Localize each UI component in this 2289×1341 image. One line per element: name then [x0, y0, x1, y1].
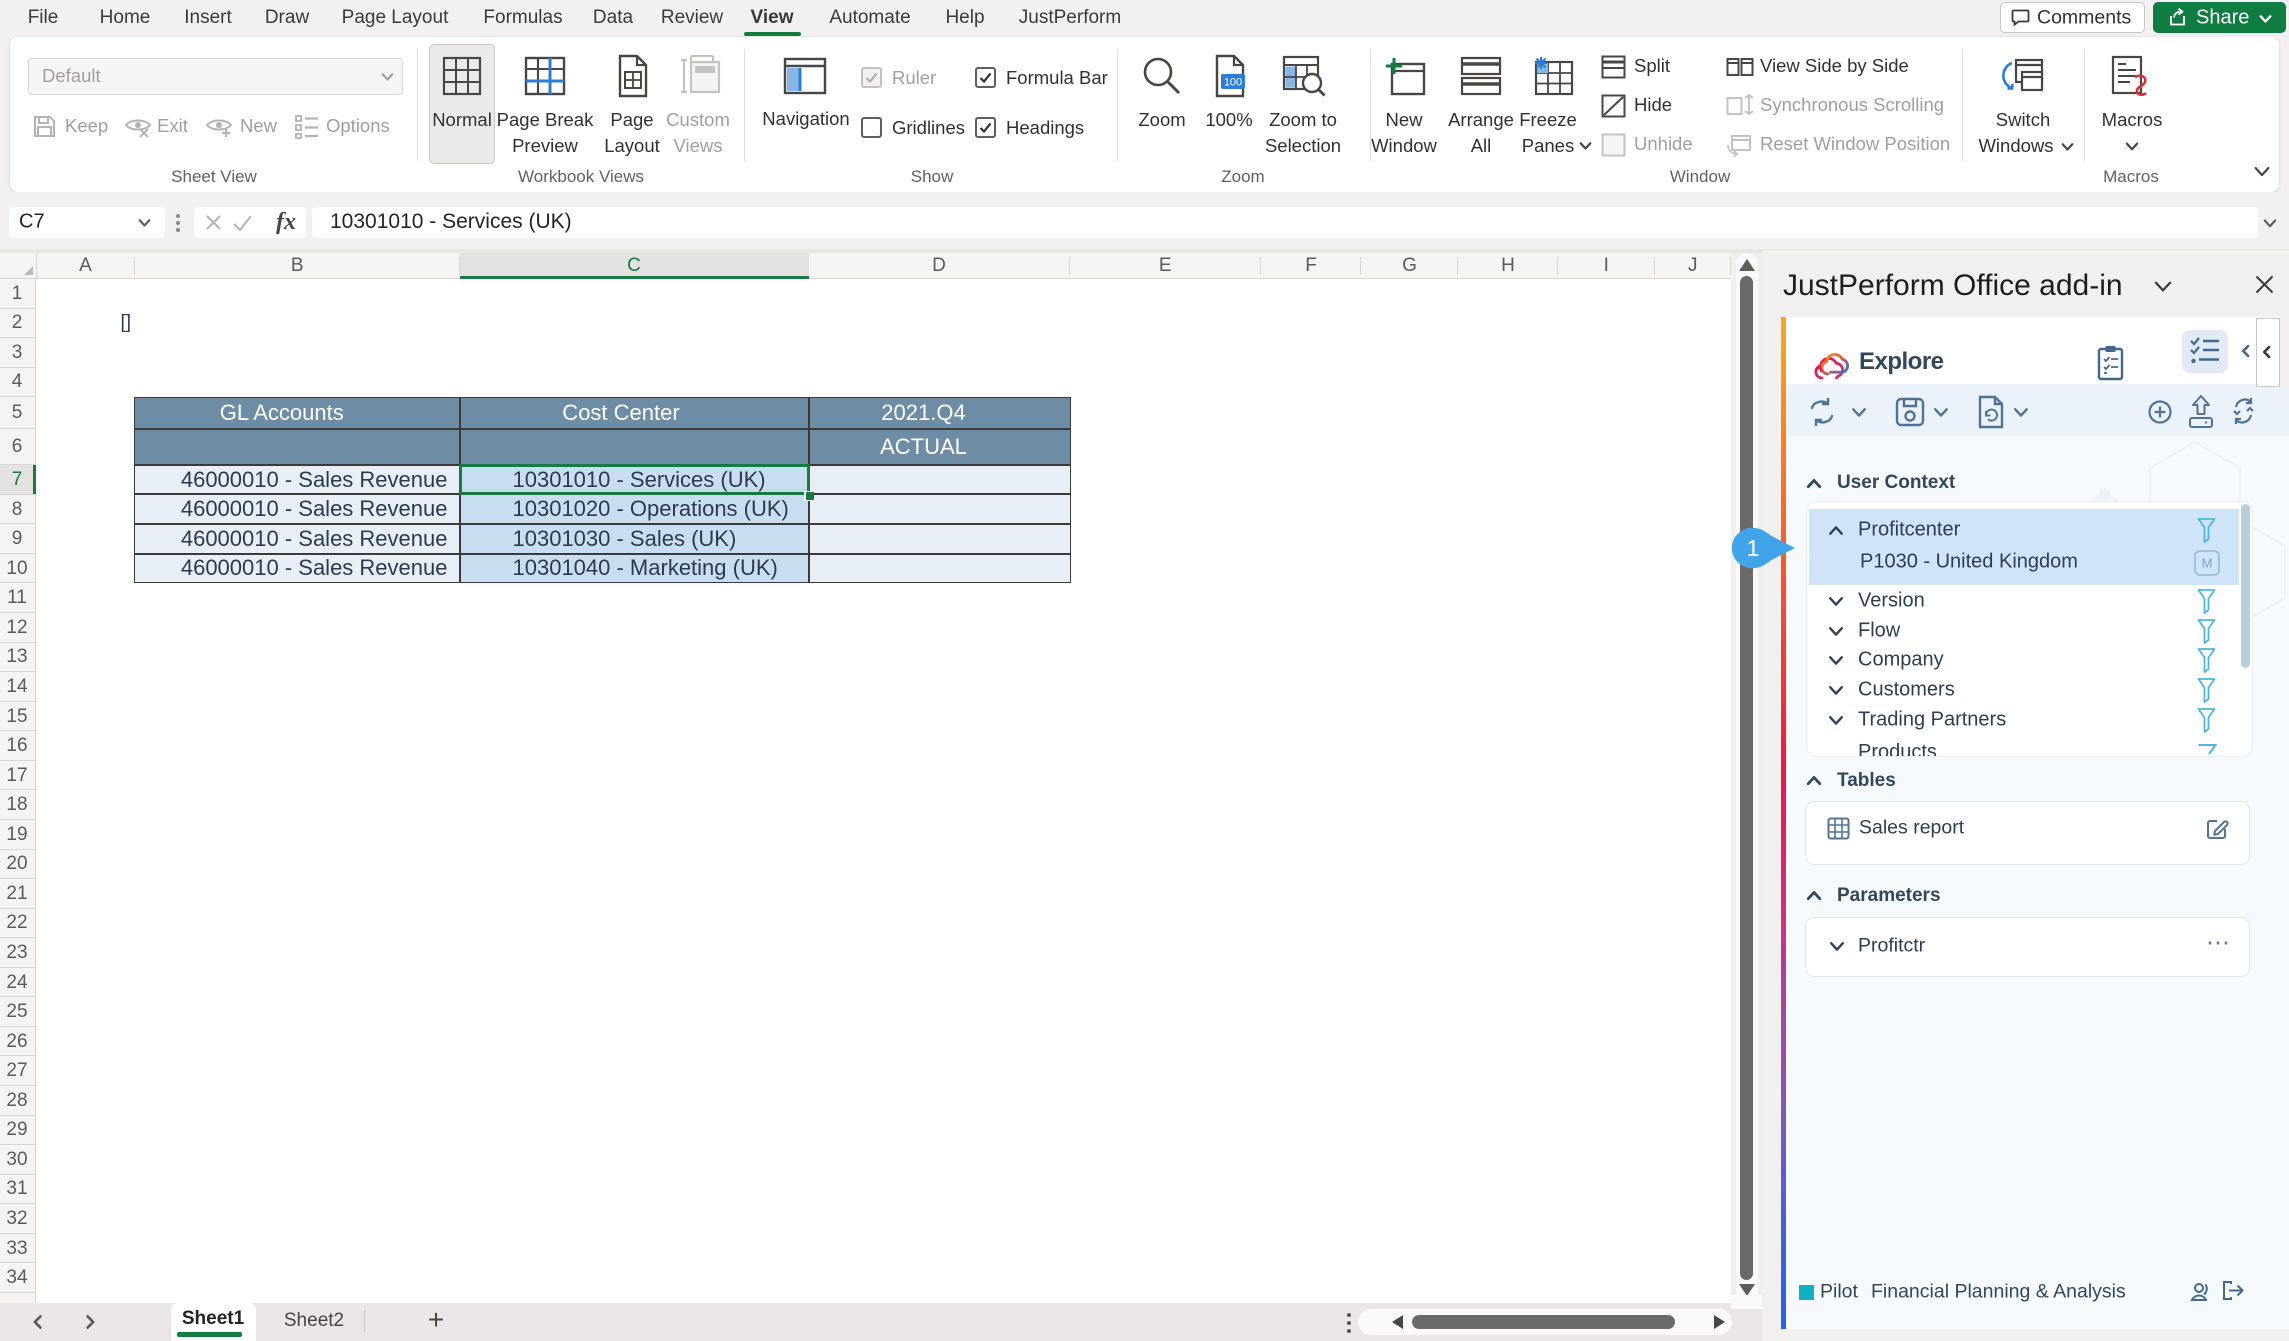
svg-text:100: 100	[1224, 77, 1242, 89]
svg-text:1: 1	[1747, 535, 1760, 561]
